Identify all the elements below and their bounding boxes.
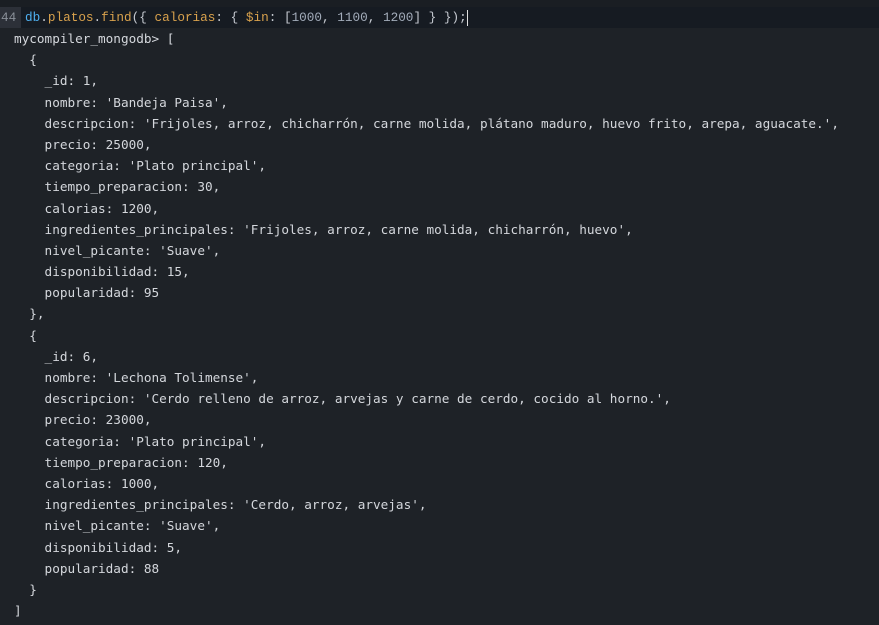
output-line: calorias: 1200,: [14, 200, 160, 216]
output-line: }: [14, 581, 37, 597]
command-token: $in: [245, 10, 269, 25]
output-line: ]: [14, 603, 22, 619]
output-line: _id: 6,: [14, 348, 99, 364]
output-line: nivel_picante: 'Suave',: [14, 242, 221, 258]
command-token: : {: [215, 10, 246, 25]
output-line: nivel_picante: 'Suave',: [14, 518, 221, 534]
output-line: },: [14, 306, 45, 322]
text-cursor: [466, 9, 468, 26]
query-output: mycompiler_mongodb> [ { _id: 1, nombre: …: [14, 28, 839, 621]
command-token: db: [25, 10, 41, 25]
output-line: categoria: 'Plato principal',: [14, 433, 267, 449]
command-token: platos: [47, 10, 94, 25]
output-line: precio: 25000,: [14, 136, 152, 152]
command-token: 1200: [382, 10, 414, 25]
output-line: disponibilidad: 5,: [14, 539, 183, 555]
command-token: 1100: [337, 10, 368, 25]
output-line: popularidad: 95: [14, 285, 160, 301]
output-line: _id: 1,: [14, 73, 99, 89]
command-token: ] } });: [413, 10, 467, 25]
output-line: ingredientes_principales: 'Frijoles, arr…: [14, 221, 633, 237]
command-token: 1000: [291, 10, 323, 25]
command-token: : [: [268, 10, 292, 25]
command-token: ,: [322, 10, 338, 25]
output-line: disponibilidad: 15,: [14, 264, 190, 280]
command-token: .: [40, 10, 48, 25]
command-text[interactable]: db.platos.find({ calorias: { $in: [1000,…: [25, 10, 467, 25]
output-line: ingredientes_principales: 'Cerdo, arroz,…: [14, 497, 427, 513]
output-line: {: [14, 52, 37, 68]
output-line: descripcion: 'Cerdo relleno de arroz, ar…: [14, 391, 671, 407]
command-input-line[interactable]: 44 db.platos.find({ calorias: { $in: [10…: [0, 7, 879, 28]
output-line: tiempo_preparacion: 120,: [14, 454, 228, 470]
command-token: calorias: [154, 10, 216, 25]
output-line: popularidad: 88: [14, 560, 160, 576]
output-line: nombre: 'Bandeja Paisa',: [14, 94, 228, 110]
output-line: {: [14, 327, 37, 343]
line-number: 44: [0, 7, 21, 28]
command-token: ,: [367, 10, 383, 25]
output-line: descripcion: 'Frijoles, arroz, chicharró…: [14, 115, 839, 131]
output-line: precio: 23000,: [14, 412, 152, 428]
command-token: find: [101, 10, 132, 25]
output-line: mycompiler_mongodb> [: [14, 31, 175, 46]
output-line: calorias: 1000,: [14, 475, 160, 491]
output-line: nombre: 'Lechona Tolimense',: [14, 370, 259, 385]
previous-line-strip: [0, 0, 879, 7]
output-line: categoria: 'Plato principal',: [14, 158, 267, 174]
command-token: ({: [131, 10, 155, 25]
output-line: tiempo_preparacion: 30,: [14, 179, 221, 195]
